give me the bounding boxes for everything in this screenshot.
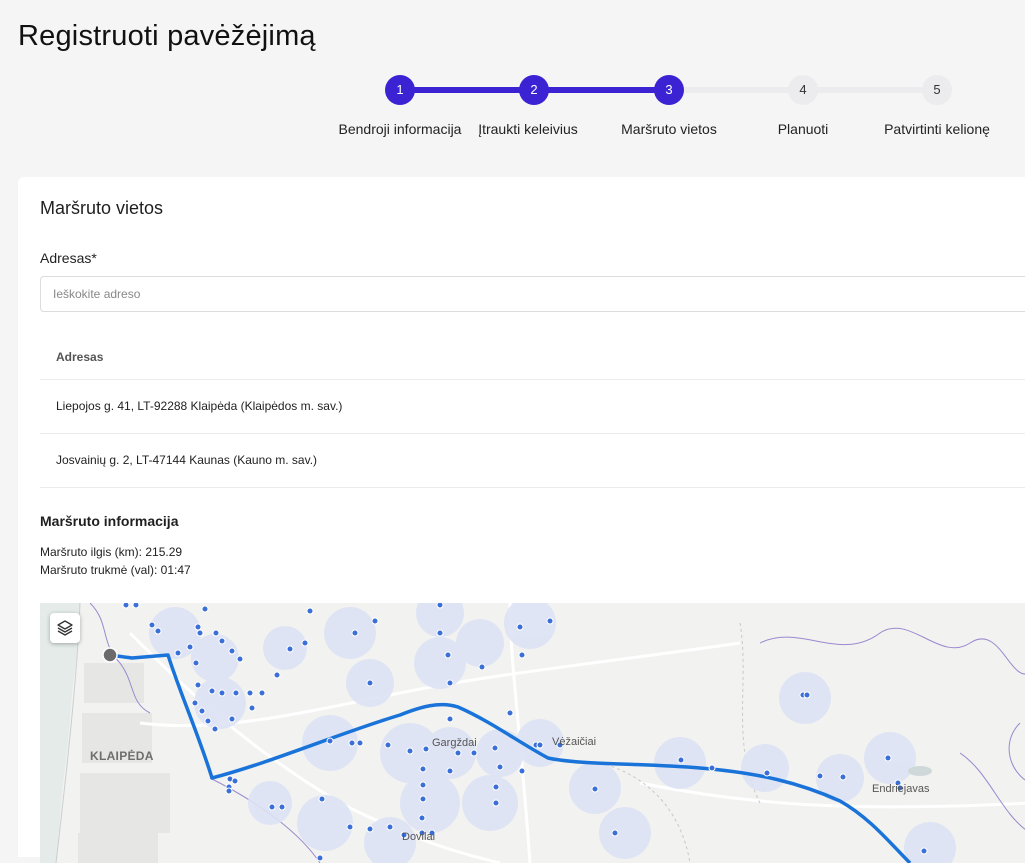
address-label: Adresas* xyxy=(40,250,97,266)
map-label-dovilai: Dovilai xyxy=(402,831,436,843)
stepper: 1 2 3 4 5 Bendroji informacija Įtraukti … xyxy=(0,0,1025,150)
route-length: Maršruto ilgis (km): 215.29 xyxy=(40,545,183,559)
step-5-label: Patvirtinti kelionę xyxy=(884,121,990,137)
map-label-endriejavas: Endriejavas xyxy=(872,783,930,795)
lake xyxy=(908,766,932,776)
address-column-header: Adresas xyxy=(40,327,1025,380)
map-label-veivirzenai: Vėžaičiai xyxy=(552,736,597,748)
step-3-label: Maršruto vietos xyxy=(621,121,717,137)
step-4-label: Planuoti xyxy=(777,121,829,137)
step-3-circle[interactable]: 3 xyxy=(654,75,684,105)
map-label-gargzdai: Gargždai xyxy=(432,737,477,749)
route-map[interactable]: KLAIPĖDA Gargždai Vėžaičiai Endriejavas … xyxy=(40,603,1025,863)
city-blocks xyxy=(78,663,170,863)
step-2-label: Įtraukti keleivius xyxy=(478,121,578,137)
coverage-areas xyxy=(149,603,956,863)
step-2-circle[interactable]: 2 xyxy=(519,75,549,105)
step-4-circle[interactable]: 4 xyxy=(788,75,818,105)
route-duration: Maršruto trukmė (val): 01:47 xyxy=(40,563,191,577)
card-title: Maršruto vietos xyxy=(40,198,164,218)
map-label-klaipeda: KLAIPĖDA xyxy=(90,749,154,763)
step-1-circle[interactable]: 1 xyxy=(385,75,415,105)
address-table: Adresas Liepojos g. 41, LT-92288 Klaipėd… xyxy=(40,327,1025,488)
table-row[interactable]: Josvainių g. 2, LT-47144 Kaunas (Kauno m… xyxy=(40,434,1025,488)
route-start-marker[interactable] xyxy=(102,647,118,663)
layers-button[interactable] xyxy=(50,613,80,643)
route-locations-card: Maršruto vietos Adresas* Adresas Liepojo… xyxy=(18,177,1025,863)
map-canvas[interactable] xyxy=(40,603,1025,863)
step-5-circle[interactable]: 5 xyxy=(922,75,952,105)
table-row[interactable]: Liepojos g. 41, LT-92288 Klaipėda (Klaip… xyxy=(40,380,1025,434)
layers-icon xyxy=(57,620,73,636)
address-search-input[interactable] xyxy=(40,276,1025,312)
route-info-title: Maršruto informacija xyxy=(40,513,179,529)
step-1-label: Bendroji informacija xyxy=(338,121,462,137)
